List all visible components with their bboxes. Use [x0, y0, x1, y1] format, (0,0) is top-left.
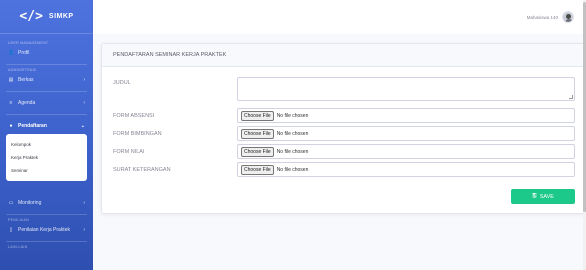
document-icon: ▯: [9, 227, 13, 233]
sidebar-item-monitoring[interactable]: ▭ Monitoring ›: [0, 195, 93, 211]
brand-name: SIMKP: [48, 13, 74, 20]
sidebar-item-berkas[interactable]: ▤ Berkas ›: [0, 72, 93, 88]
circle-icon: ●: [9, 123, 13, 129]
chevron-down-icon: ⌄: [80, 123, 85, 129]
sidebar-item-label: Monitoring: [18, 200, 42, 206]
divider: [6, 114, 87, 115]
sidebar-item-label: Profil: [18, 50, 30, 56]
submenu-item-kelompok[interactable]: Kelompok: [6, 138, 87, 151]
divider: [6, 64, 87, 65]
form-card: PENDAFTARAN SEMINAR KERJA PRAKTEK JUDUL …: [101, 43, 585, 214]
sidebar-item-penilaian-kp[interactable]: ▯ Penilaian Kerja Praktek ›: [0, 222, 93, 238]
submenu-item-kerja-praktek[interactable]: Kerja Praktek: [6, 151, 87, 164]
folder-icon: ▤: [8, 77, 14, 83]
sidebar-item-label: Berkas: [18, 77, 34, 83]
choose-file-button[interactable]: Choose File: [241, 164, 274, 175]
form-nilai-row: FORM NILAI Choose File No file chosen: [113, 144, 575, 159]
save-button[interactable]: 🖫 SAVE: [511, 189, 575, 204]
form-nilai-file-input[interactable]: Choose File No file chosen: [237, 144, 575, 159]
pendaftaran-submenu: Kelompok Kerja Praktek Seminar: [6, 134, 87, 181]
surat-keterangan-row: SURAT KETERANGAN Choose File No file cho…: [113, 162, 575, 177]
judul-label: JUDUL: [113, 80, 131, 86]
judul-row: JUDUL: [113, 77, 575, 101]
sidebar-item-pendaftaran[interactable]: ● Pendaftaran ⌄: [0, 118, 93, 134]
form-absensi-file-input[interactable]: Choose File No file chosen: [237, 108, 575, 123]
card-title: PENDAFTARAN SEMINAR KERJA PRAKTEK: [102, 44, 584, 67]
sidebar-item-agenda[interactable]: ≡ Agenda ›: [0, 95, 93, 111]
judul-textarea[interactable]: [237, 77, 575, 101]
sidebar-item-label: Agenda: [18, 100, 36, 106]
choose-file-button[interactable]: Choose File: [241, 146, 274, 157]
file-status: No file chosen: [276, 166, 309, 173]
file-status: No file chosen: [276, 148, 309, 155]
code-icon: </>: [19, 9, 43, 24]
choose-file-button[interactable]: Choose File: [241, 128, 274, 139]
list-icon: ≡: [9, 100, 13, 106]
avatar: [562, 11, 574, 23]
chevron-right-icon: ›: [83, 100, 85, 106]
user-icon: 👤: [8, 50, 15, 56]
surat-keterangan-file-input[interactable]: Choose File No file chosen: [237, 162, 575, 177]
surat-keterangan-label: SURAT KETERANGAN: [113, 166, 171, 173]
form-bimbingan-row: FORM BIMBINGAN Choose File No file chose…: [113, 126, 575, 141]
form-absensi-row: FORM ABSENSI Choose File No file chosen: [113, 108, 575, 123]
sidebar-item-profil[interactable]: 👤 Profil: [0, 45, 93, 61]
choose-file-button[interactable]: Choose File: [241, 110, 274, 121]
file-status: No file chosen: [276, 130, 309, 137]
user-menu[interactable]: Mahasiswa 140: [527, 11, 574, 23]
monitor-icon: ▭: [8, 200, 14, 206]
sidebar: </> SIMKP USER MANAGEMENT 👤 Profil ADMIN…: [0, 0, 93, 270]
save-label: SAVE: [539, 193, 554, 200]
chevron-right-icon: ›: [83, 200, 85, 206]
divider: [6, 241, 87, 242]
topbar: Mahasiswa 140: [93, 0, 586, 34]
divider: [6, 91, 87, 92]
form-nilai-label: FORM NILAI: [113, 148, 145, 155]
brand[interactable]: </> SIMKP: [0, 0, 93, 34]
save-icon: 🖫: [532, 193, 537, 199]
sidebar-item-label: Pendaftaran: [18, 123, 47, 129]
form-bimbingan-label: FORM BIMBINGAN: [113, 130, 162, 137]
heading-lain-lain: LAIN-LAIN: [8, 245, 28, 249]
user-name: Mahasiswa 140: [526, 14, 558, 20]
file-status: No file chosen: [276, 112, 309, 119]
chevron-right-icon: ›: [83, 227, 85, 233]
divider: [6, 214, 87, 215]
chevron-right-icon: ›: [83, 77, 85, 83]
sidebar-item-label: Penilaian Kerja Praktek: [18, 227, 70, 233]
main-content: PENDAFTARAN SEMINAR KERJA PRAKTEK JUDUL …: [93, 34, 586, 270]
form-bimbingan-file-input[interactable]: Choose File No file chosen: [237, 126, 575, 141]
form-absensi-label: FORM ABSENSI: [113, 112, 155, 119]
submenu-item-seminar[interactable]: Seminar: [6, 164, 87, 177]
